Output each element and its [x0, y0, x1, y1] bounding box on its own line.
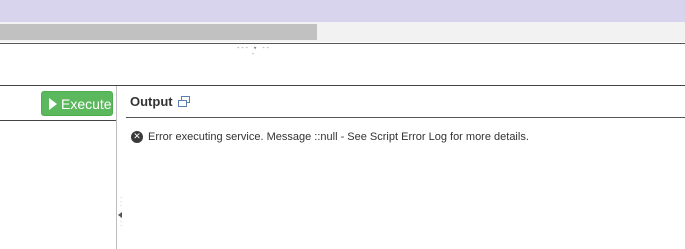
- divider-main: [0, 85, 685, 86]
- top-band: [0, 0, 685, 22]
- horizontal-scrollbar[interactable]: [0, 22, 685, 42]
- execute-button[interactable]: Execute: [41, 91, 113, 116]
- left-pane-divider: [0, 120, 116, 121]
- divider-top: [0, 43, 685, 44]
- error-message: Error executing service. Message ::null …: [148, 131, 529, 143]
- pane-splitter-vertical[interactable]: [116, 86, 117, 249]
- execute-button-label: Execute: [61, 95, 112, 112]
- popout-icon[interactable]: [178, 96, 190, 107]
- output-title: Output: [130, 94, 173, 109]
- play-icon: [49, 97, 57, 110]
- error-icon: ✕: [131, 131, 143, 143]
- scrollbar-thumb[interactable]: [0, 24, 317, 40]
- splitter-grip[interactable]: --- ▾ ---: [236, 45, 270, 58]
- vertical-splitter-grip[interactable]: · · · · · ·: [118, 195, 124, 240]
- output-header-divider: [126, 117, 685, 118]
- collapse-arrow-icon[interactable]: [118, 212, 122, 218]
